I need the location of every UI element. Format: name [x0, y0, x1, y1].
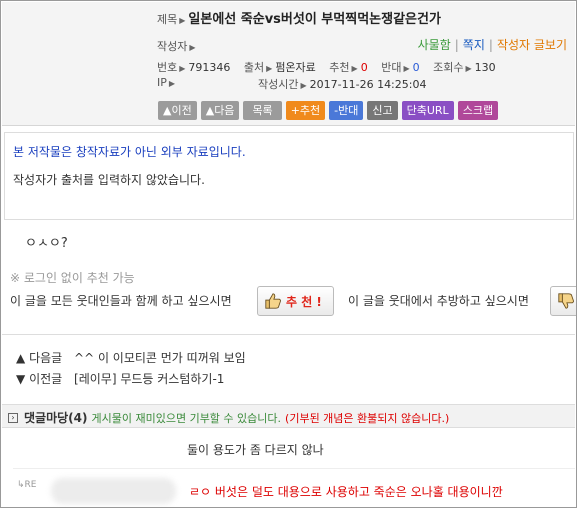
- thumbs-down-icon: [558, 293, 574, 309]
- post-body: ㅇㅅㅇ?: [25, 236, 68, 251]
- prev-post-row: ▼ 이전글 [레이무] 무드등 커스텀하기-1: [16, 370, 224, 387]
- blurred-avatar: [51, 478, 176, 504]
- next-post-link[interactable]: ^^ 이 이모티콘 먼가 띠꺼워 보임: [74, 351, 246, 365]
- ip-row: IP ▶: [157, 76, 176, 89]
- expand-icon[interactable]: ›: [8, 412, 18, 423]
- author-links: 사물함 | 쪽지 | 작성자 글보기: [417, 38, 567, 52]
- reply-icon: ↳RE: [17, 480, 37, 490]
- written-row: 작성시간 ▶ 2017-11-26 14:25:04: [258, 78, 427, 91]
- up-triangle-icon: ▲: [16, 351, 26, 365]
- prev-post-label: 이전글: [29, 372, 63, 386]
- ip-label: IP: [157, 76, 167, 89]
- locker-link[interactable]: 사물함: [418, 38, 451, 52]
- comment-2-text: ㄹㅇ 버섯은 덜도 대용으로 사용하고 죽순은 오나홀 대용이니깐: [189, 485, 503, 499]
- copyright-notice: 본 저작물은 창작자료가 아닌 외부 자료입니다. 작성자가 출처를 입력하지 …: [4, 132, 574, 220]
- recommend-label: 추천: [329, 61, 350, 74]
- comments-header: › 댓글마당 (4) 게시물이 재미있으면 기부할 수 있습니다. (기부된 개념…: [2, 404, 575, 428]
- next-button[interactable]: ▲다음: [200, 101, 240, 120]
- arrow-icon: ▶: [189, 43, 196, 52]
- short-url-button[interactable]: 단축URL: [401, 101, 454, 120]
- action-buttons: ▲이전 ▲다음 목록 +추천 -반대 신고 단축URL 스크랩: [158, 101, 499, 120]
- page-frame: 제목 ▶ 일본에선 죽순vs버섯이 부먹찍먹논쟁같은건가 작성자 ▶ 사물함 | 쪽지 | 작…: [0, 0, 577, 508]
- title-label: 제목: [157, 13, 178, 26]
- notice-line2: 작성자가 출처를 입력하지 않았습니다.: [13, 173, 205, 187]
- recommend-big-label: 추 천 !: [286, 294, 322, 309]
- post-title: 일본에선 죽순vs버섯이 부먹찍먹논쟁같은건가: [188, 12, 441, 27]
- list-button[interactable]: 목록: [243, 101, 282, 120]
- prev-button[interactable]: ▲이전: [158, 101, 197, 120]
- author-posts-link[interactable]: 작성자 글보기: [497, 38, 567, 52]
- comments-title: 댓글마당: [24, 411, 69, 425]
- recommend-prompt: 이 글을 모든 웃대인들과 함께 하고 싶으시면: [10, 294, 232, 308]
- divider: [2, 334, 575, 335]
- no-login-note: ※ 로그인 없이 추천 가능: [10, 271, 135, 285]
- comment-1-text: 둘이 용도가 좀 다르지 않나: [187, 443, 324, 457]
- author-label: 작성자: [157, 40, 188, 53]
- thumbs-up-icon: [265, 293, 281, 309]
- oppose-count: 0: [412, 61, 420, 74]
- no-value: 791346: [188, 61, 231, 74]
- arrow-icon: ▶: [179, 16, 186, 25]
- next-post-row: ▲ 다음글 ^^ 이 이모티콘 먼가 띠꺼워 보임: [16, 349, 246, 366]
- recommend-big-button[interactable]: 추 천 !: [257, 286, 334, 316]
- no-label: 번호: [157, 61, 178, 74]
- title-row: 제목 ▶ 일본에선 죽순vs버섯이 부먹찍먹논쟁같은건가: [157, 8, 441, 27]
- oppose-label: 반대: [381, 61, 402, 74]
- prev-post-link[interactable]: [레이무] 무드등 커스텀하기-1: [74, 372, 224, 386]
- recommend-count: 0: [360, 61, 368, 74]
- written-time: 2017-11-26 14:25:04: [309, 78, 427, 91]
- down-triangle-icon: ▼: [16, 372, 26, 386]
- scrap-button[interactable]: 스크랩: [457, 101, 499, 120]
- notice-line1: 본 저작물은 창작자료가 아닌 외부 자료입니다.: [13, 145, 246, 159]
- views-count: 130: [474, 61, 496, 74]
- comment-divider: [13, 468, 575, 469]
- source-value: 펌온자료: [275, 61, 316, 74]
- views-label: 조회수: [433, 61, 464, 74]
- refund-warning: (기부된 개념은 환불되지 않습니다.): [285, 411, 450, 425]
- report-button[interactable]: 신고: [367, 101, 398, 120]
- meta-row: 번호 ▶ 791346 출처 ▶ 펌온자료 추천 ▶ 0 반대 ▶ 0 조회수 ▶ 130: [157, 61, 496, 74]
- written-label: 작성시간: [258, 78, 299, 91]
- oppose-prompt: 이 글을 웃대에서 추방하고 싶으시면: [348, 294, 529, 308]
- comments-title-row: › 댓글마당 (4) 게시물이 재미있으면 기부할 수 있습니다. (기부된 개념…: [8, 409, 449, 426]
- author-row: 작성자 ▶: [157, 38, 199, 54]
- donate-desc: 게시물이 재미있으면 기부할 수 있습니다.: [91, 411, 282, 425]
- message-link[interactable]: 쪽지: [463, 38, 485, 52]
- post-header: 제목 ▶ 일본에선 죽순vs버섯이 부먹찍먹논쟁같은건가 작성자 ▶ 사물함 | 쪽지 | 작…: [2, 2, 575, 126]
- oppose-button[interactable]: -반대: [329, 101, 364, 120]
- recommend-button[interactable]: +추천: [285, 101, 326, 120]
- source-label: 출처: [243, 61, 265, 74]
- oppose-big-button[interactable]: [550, 286, 576, 316]
- next-post-label: 다음글: [29, 351, 63, 365]
- comments-count: (4): [68, 410, 88, 425]
